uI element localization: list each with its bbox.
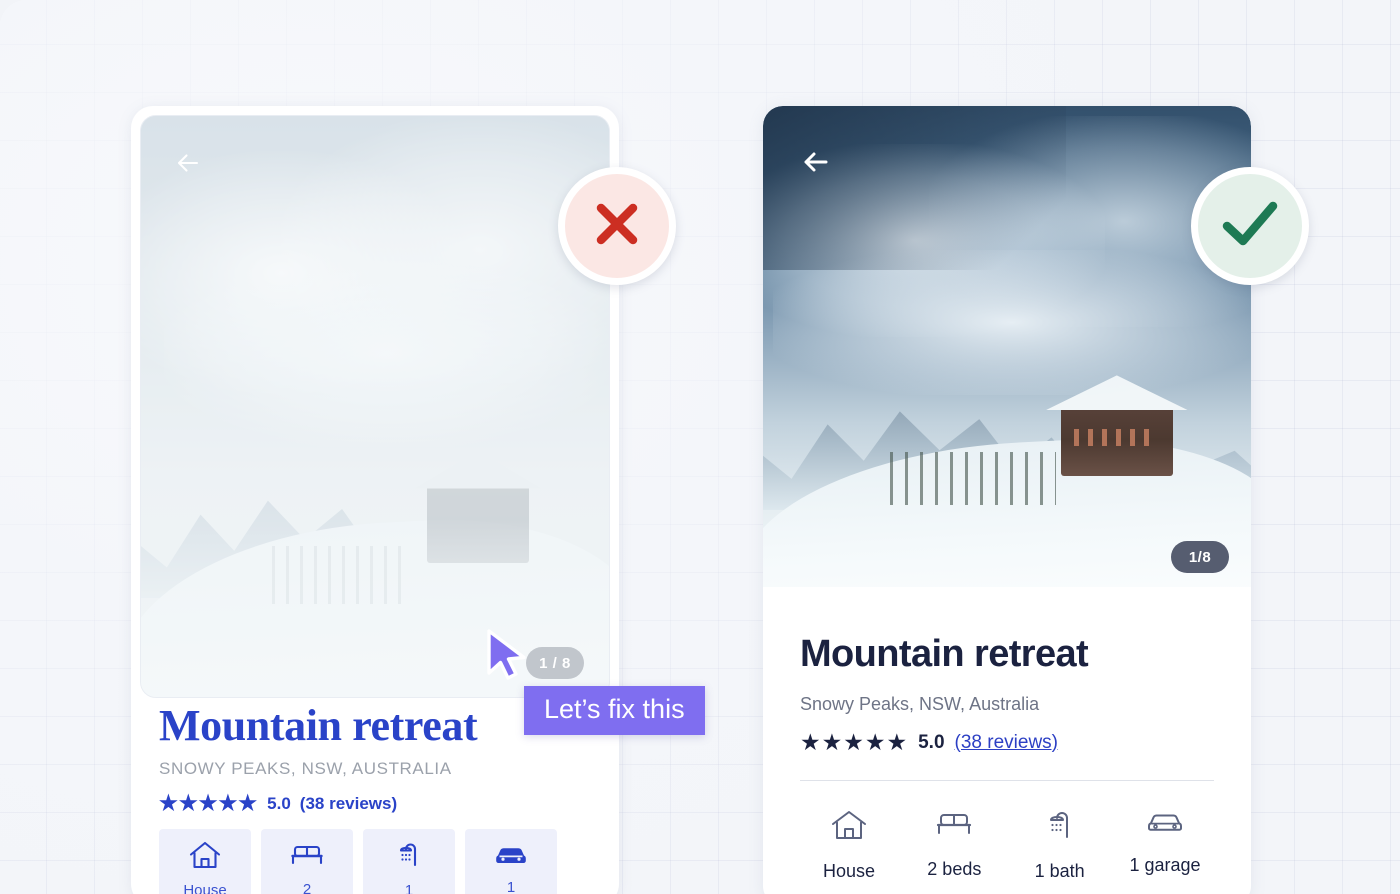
bad-example-card: 1 / 8 Mountain retreat SNOWY PEAKS, NSW,…	[131, 106, 619, 894]
house-icon	[188, 839, 222, 876]
good-card-body: Mountain retreat Snowy Peaks, NSW, Austr…	[763, 587, 1251, 882]
bed-icon	[933, 807, 975, 846]
location-subtitle: Snowy Peaks, NSW, Australia	[800, 694, 1040, 714]
fix-this-tooltip[interactable]: Let’s fix this	[524, 686, 705, 736]
feature-label: 1	[506, 879, 516, 894]
rating-score: 5.0	[267, 793, 291, 813]
bed-icon	[289, 840, 325, 875]
reviews-link[interactable]: (38 reviews)	[300, 794, 397, 814]
check-icon	[1215, 193, 1285, 260]
status-badge-pass	[1191, 167, 1309, 285]
back-arrow-icon[interactable]	[171, 146, 205, 180]
cross-icon	[586, 193, 648, 260]
page-title: Mountain retreat	[800, 633, 1089, 675]
screenshot-canvas: 1 / 8 Mountain retreat SNOWY PEAKS, NSW,…	[0, 0, 1400, 894]
feature-tiles: House 2 1 1	[159, 829, 591, 894]
mountain-cabin-image-low-contrast	[141, 116, 609, 697]
feature-item-house: House	[800, 807, 898, 882]
star-rating-icon: ★★★★★	[159, 792, 259, 815]
feature-label: House	[183, 882, 227, 894]
section-divider	[800, 780, 1214, 781]
back-arrow-icon[interactable]	[798, 144, 832, 178]
bad-card-photo: 1 / 8	[141, 116, 609, 697]
bad-card-photo-frame: 1 / 8	[140, 115, 610, 698]
star-rating-icon: ★★★★★	[800, 729, 909, 755]
feature-tile-house[interactable]: House	[159, 829, 251, 894]
feature-label: House	[822, 861, 876, 881]
status-badge-fail	[558, 167, 676, 285]
rating-row: ★★★★★ 5.0 (38 reviews)	[800, 731, 1214, 754]
photo-counter-badge: 1/8	[1171, 541, 1229, 573]
feature-list: House 2 beds 1 bath 1 garage	[800, 807, 1214, 882]
shower-icon	[1042, 807, 1078, 848]
location-subtitle: SNOWY PEAKS, NSW, AUSTRALIA	[159, 759, 452, 778]
feature-item-garage: 1 garage	[1116, 807, 1214, 882]
cursor-arrow-icon	[484, 628, 530, 684]
feature-label: 1	[404, 882, 414, 894]
feature-tile-garage[interactable]: 1	[465, 829, 557, 894]
rating-score: 5.0	[918, 731, 945, 753]
house-icon	[829, 807, 869, 848]
feature-label: 2 beds	[927, 859, 982, 879]
feature-item-beds: 2 beds	[905, 807, 1003, 882]
feature-tile-bath[interactable]: 1	[363, 829, 455, 894]
photo-counter-badge: 1 / 8	[526, 647, 584, 679]
mountain-cabin-image-high-contrast	[763, 106, 1251, 587]
reviews-link[interactable]: (38 reviews)	[955, 732, 1058, 754]
feature-item-bath: 1 bath	[1011, 807, 1109, 882]
feature-label: 2	[302, 881, 312, 894]
car-icon	[1143, 807, 1187, 842]
rating-row: ★★★★★ 5.0 (38 reviews)	[159, 793, 591, 814]
car-icon	[492, 842, 530, 873]
good-example-card: 1/8 Mountain retreat Snowy Peaks, NSW, A…	[763, 106, 1251, 894]
feature-label: 1 garage	[1129, 855, 1201, 875]
shower-icon	[393, 839, 425, 876]
feature-label: 1 bath	[1034, 861, 1085, 881]
feature-tile-beds[interactable]: 2	[261, 829, 353, 894]
good-card-photo-frame: 1/8	[763, 106, 1251, 587]
good-card-photo: 1/8	[763, 106, 1251, 587]
